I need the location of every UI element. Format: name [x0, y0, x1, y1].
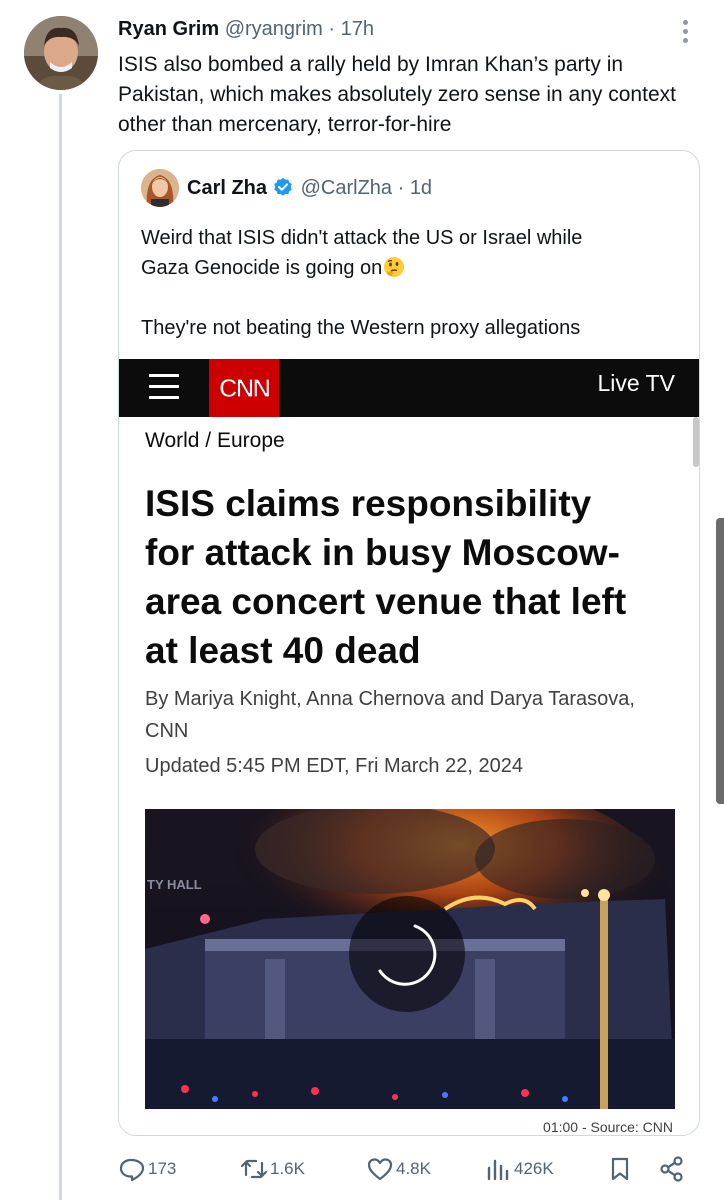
- quoted-text-line: They're not beating the Western proxy al…: [141, 317, 581, 339]
- quoted-header: Carl Zha @CarlZha · 1d: [187, 177, 432, 200]
- reply-count: 173: [148, 1159, 177, 1178]
- fire-video-thumbnail: TY HALL: [145, 809, 675, 1109]
- tweet-header: Ryan Grim @ryangrim · 17h: [118, 18, 374, 41]
- reply-icon: [119, 1158, 145, 1182]
- article-byline: By Mariya Knight, Anna Chernova and Dary…: [145, 688, 635, 742]
- tweet-actions: 173 1.6K 4.8K 426K: [118, 1152, 718, 1186]
- bookmark-button[interactable]: [606, 1152, 634, 1186]
- live-tv-link: Live TV: [597, 370, 675, 396]
- quoted-text-line: Gaza Genocide is going on: [141, 253, 681, 283]
- more-options-icon[interactable]: [676, 18, 696, 46]
- quoted-text-fragment: Gaza Genocide is going on: [141, 257, 383, 279]
- article-updated-time: Updated 5:45 PM EDT, Fri March 22, 2024: [145, 755, 523, 777]
- author-avatar[interactable]: [24, 16, 98, 90]
- tweet-text: ISIS also bombed a rally held by Imran K…: [118, 53, 676, 136]
- thinking-face-icon: [384, 257, 405, 277]
- quoted-time[interactable]: 1d: [410, 177, 432, 199]
- reply-button[interactable]: 173: [118, 1152, 176, 1186]
- verified-badge-icon: [274, 177, 292, 196]
- cnn-nav-bar: CNN Live TV: [119, 359, 699, 417]
- author-handle[interactable]: @ryangrim: [225, 18, 323, 40]
- quoted-handle[interactable]: @CarlZha: [301, 177, 392, 199]
- photo-sign-text: TY HALL: [147, 877, 202, 892]
- article-headline: ISIS claims responsibility for attack in…: [145, 483, 627, 671]
- quoted-author-name[interactable]: Carl Zha: [187, 177, 267, 199]
- article-breadcrumb: World / Europe: [145, 429, 285, 452]
- bookmark-icon: [611, 1157, 629, 1181]
- article-screenshot[interactable]: CNN Live TV World / Europe ISIS claims r…: [119, 359, 699, 1135]
- share-icon: [660, 1156, 683, 1182]
- quoted-text-line: Weird that ISIS didn't attack the US or …: [141, 227, 583, 249]
- repost-count: 1.6K: [270, 1159, 305, 1178]
- views-chart-icon: [487, 1159, 509, 1181]
- repost-icon: [240, 1159, 268, 1179]
- cnn-logo: CNN: [209, 359, 279, 417]
- heart-icon: [367, 1158, 393, 1181]
- quoted-tweet[interactable]: Carl Zha @CarlZha · 1d Weird that ISIS d…: [118, 150, 700, 1136]
- share-button[interactable]: [658, 1152, 686, 1186]
- repost-button[interactable]: 1.6K: [240, 1152, 305, 1186]
- video-caption: 01:00 - Source: CNN: [543, 1119, 673, 1135]
- like-button[interactable]: 4.8K: [366, 1152, 431, 1186]
- svg-text:CNN: CNN: [219, 373, 271, 403]
- quoted-author-avatar[interactable]: [141, 169, 179, 207]
- views-count: 426K: [514, 1159, 554, 1178]
- separator-dot: ·: [328, 18, 341, 40]
- hamburger-menu-icon: [149, 372, 179, 402]
- screen-edge-handle[interactable]: [716, 518, 724, 804]
- like-count: 4.8K: [396, 1159, 431, 1178]
- thread-line: [59, 94, 62, 1200]
- views-button[interactable]: 426K: [484, 1152, 554, 1186]
- tweet-time[interactable]: 17h: [341, 18, 374, 40]
- separator-dot: ·: [397, 177, 410, 199]
- quoted-text: Weird that ISIS didn't attack the US or …: [141, 223, 681, 343]
- article-scrollbar: [693, 417, 699, 467]
- author-name[interactable]: Ryan Grim: [118, 18, 219, 40]
